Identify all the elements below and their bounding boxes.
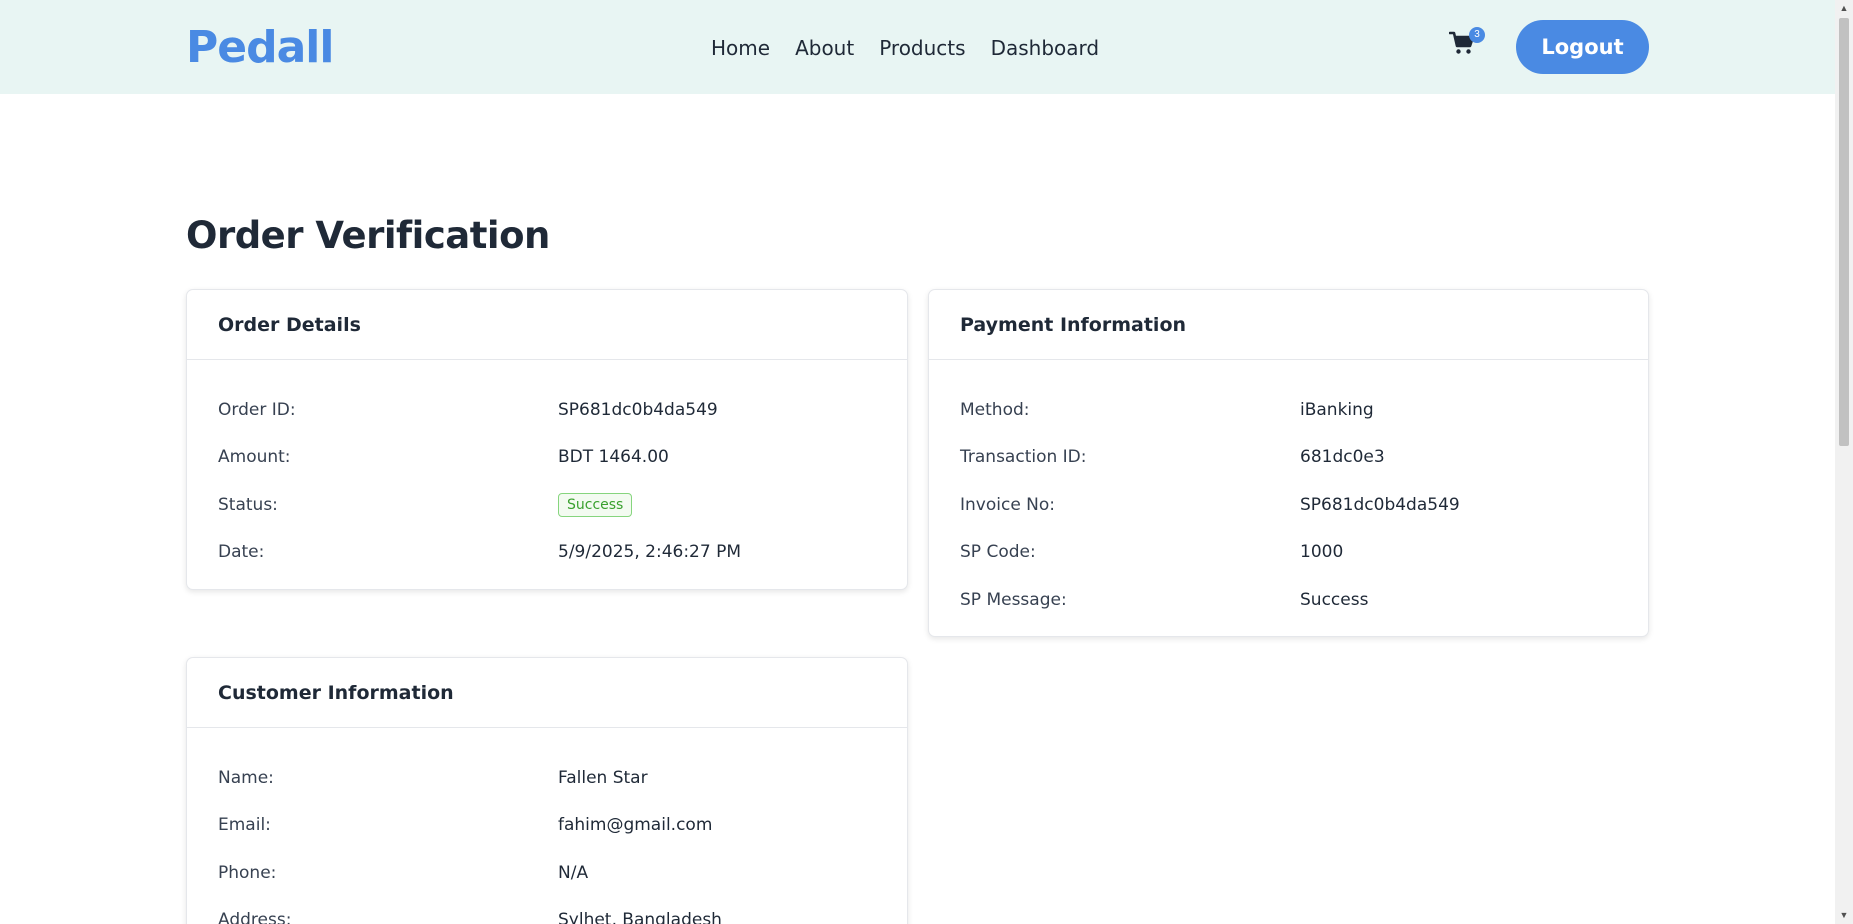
nav-link-about[interactable]: About [795,35,854,61]
nav-link-dashboard[interactable]: Dashboard [991,35,1100,61]
name-row: Name: Fallen Star [218,754,907,802]
payment-information-header: Payment Information [929,290,1648,360]
order-details-body: Order ID: SP681dc0b4da549 Amount: BDT 14… [187,360,907,576]
vertical-scrollbar[interactable]: ▲ ▼ [1835,0,1853,924]
phone-label: Phone: [218,862,277,883]
customer-information-card: Customer Information Name: Fallen Star E… [186,657,908,924]
order-details-card: Order Details Order ID: SP681dc0b4da549 … [186,289,908,590]
sp-message-row: SP Message: Success [960,576,1648,624]
order-details-header: Order Details [187,290,907,360]
status-badge: Success [558,492,633,517]
phone-row: Phone: N/A [218,849,907,897]
invoice-no-value: SP681dc0b4da549 [1300,494,1460,515]
sp-code-value: 1000 [1300,542,1344,563]
order-id-label: Order ID: [218,399,296,420]
order-id-value: SP681dc0b4da549 [558,399,718,420]
status-value: Success [558,492,633,517]
payment-information-body: Method: iBanking Transaction ID: 681dc0e… [929,360,1648,624]
method-label: Method: [960,399,1030,420]
logo[interactable]: Pedall [186,24,334,72]
customer-information-header: Customer Information [187,658,907,728]
cart-count-badge: 3 [1469,27,1485,43]
date-row: Date: 5/9/2025, 2:46:27 PM [218,529,907,577]
address-label: Address: [218,910,292,924]
amount-value: BDT 1464.00 [558,447,669,468]
sp-code-label: SP Code: [960,542,1036,563]
email-value: fahim@gmail.com [558,815,713,836]
order-details-title: Order Details [218,313,361,336]
sp-message-label: SP Message: [960,589,1067,610]
phone-value: N/A [558,862,589,883]
date-value: 5/9/2025, 2:46:27 PM [558,542,742,563]
name-value: Fallen Star [558,767,648,788]
status-label: Status: [218,494,278,515]
email-label: Email: [218,815,271,836]
customer-information-title: Customer Information [218,681,454,704]
email-row: Email: fahim@gmail.com [218,802,907,850]
invoice-no-row: Invoice No: SP681dc0b4da549 [960,481,1648,529]
sp-message-value: Success [1300,589,1369,610]
cart-button[interactable]: 3 [1449,27,1485,61]
status-row: Status: Success [218,481,907,529]
nav-links: Home About Products Dashboard [711,35,1099,61]
payment-information-title: Payment Information [960,313,1187,336]
customer-information-body: Name: Fallen Star Email: fahim@gmail.com… [187,728,907,924]
payment-information-card: Payment Information Method: iBanking Tra… [928,289,1649,637]
nav-link-home[interactable]: Home [711,35,770,61]
logout-button[interactable]: Logout [1516,20,1649,74]
invoice-no-label: Invoice No: [960,494,1056,515]
page-title: Order Verification [186,214,550,257]
sp-code-row: SP Code: 1000 [960,529,1648,577]
method-row: Method: iBanking [960,386,1648,434]
scroll-down-arrow-icon[interactable]: ▼ [1835,907,1853,924]
scroll-up-arrow-icon[interactable]: ▲ [1835,0,1853,17]
transaction-id-value: 681dc0e3 [1300,447,1385,468]
amount-label: Amount: [218,447,291,468]
address-value: Sylhet, Bangladesh [558,910,722,924]
date-label: Date: [218,542,265,563]
scroll-thumb[interactable] [1839,18,1849,446]
method-value: iBanking [1300,399,1374,420]
address-row: Address: Sylhet, Bangladesh [218,897,907,924]
name-label: Name: [218,767,274,788]
navbar: Pedall Home About Products Dashboard 3 L… [0,0,1835,94]
order-id-row: Order ID: SP681dc0b4da549 [218,386,907,434]
transaction-id-row: Transaction ID: 681dc0e3 [960,434,1648,482]
amount-row: Amount: BDT 1464.00 [218,434,907,482]
nav-link-products[interactable]: Products [879,35,965,61]
transaction-id-label: Transaction ID: [960,447,1087,468]
